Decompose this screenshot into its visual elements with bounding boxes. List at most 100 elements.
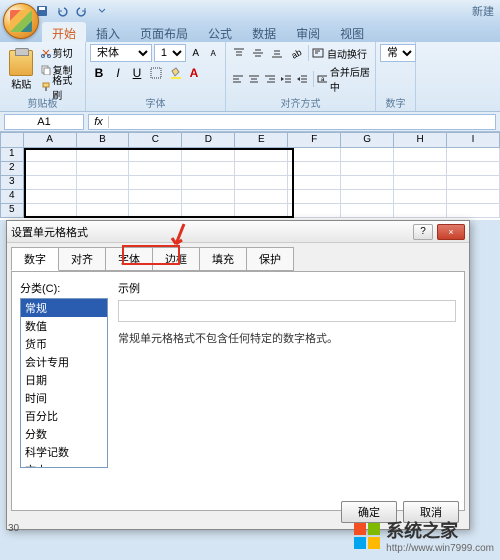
category-item[interactable]: 货币 bbox=[21, 335, 107, 353]
cell[interactable] bbox=[341, 148, 394, 162]
col-header[interactable]: H bbox=[394, 132, 447, 148]
category-item[interactable]: 科学记数 bbox=[21, 443, 107, 461]
cell[interactable] bbox=[182, 162, 235, 176]
cell[interactable] bbox=[77, 190, 130, 204]
tab-formulas[interactable]: 公式 bbox=[198, 22, 242, 42]
cell[interactable] bbox=[447, 190, 500, 204]
tab-layout[interactable]: 页面布局 bbox=[130, 22, 198, 42]
paste-button[interactable]: 粘贴 bbox=[4, 44, 39, 96]
col-header[interactable]: E bbox=[235, 132, 288, 148]
category-item[interactable]: 常规 bbox=[21, 299, 107, 317]
category-item[interactable]: 百分比 bbox=[21, 407, 107, 425]
cell[interactable] bbox=[394, 204, 447, 218]
cell[interactable] bbox=[24, 162, 77, 176]
increase-font-button[interactable]: A bbox=[188, 44, 204, 62]
cell[interactable] bbox=[235, 204, 288, 218]
cell[interactable] bbox=[129, 162, 182, 176]
dlg-tab-border[interactable]: 边框 bbox=[152, 247, 200, 271]
select-all-corner[interactable] bbox=[0, 132, 24, 148]
cell[interactable] bbox=[24, 148, 77, 162]
font-size-select[interactable]: 11 bbox=[154, 44, 186, 62]
align-top[interactable] bbox=[230, 44, 248, 62]
cell[interactable] bbox=[235, 162, 288, 176]
font-color-button[interactable]: A bbox=[185, 64, 203, 82]
row-header[interactable]: 2 bbox=[0, 162, 24, 176]
cell[interactable] bbox=[447, 204, 500, 218]
col-header[interactable]: G bbox=[341, 132, 394, 148]
cell[interactable] bbox=[24, 204, 77, 218]
cell[interactable] bbox=[447, 148, 500, 162]
cell[interactable] bbox=[341, 204, 394, 218]
dialog-help-button[interactable]: ? bbox=[413, 224, 433, 240]
cell[interactable] bbox=[129, 176, 182, 190]
category-item[interactable]: 会计专用 bbox=[21, 353, 107, 371]
category-item[interactable]: 日期 bbox=[21, 371, 107, 389]
bold-button[interactable]: B bbox=[90, 64, 108, 82]
cell[interactable] bbox=[129, 204, 182, 218]
cell[interactable] bbox=[394, 190, 447, 204]
cell[interactable] bbox=[288, 176, 341, 190]
cell[interactable] bbox=[24, 176, 77, 190]
spreadsheet-grid[interactable]: A B C D E F G H I 1 2 3 4 5 bbox=[0, 132, 500, 220]
fill-color-button[interactable] bbox=[166, 64, 184, 82]
col-header[interactable]: D bbox=[182, 132, 235, 148]
align-center[interactable] bbox=[246, 70, 261, 88]
orientation[interactable]: ab bbox=[287, 44, 305, 62]
tab-review[interactable]: 审阅 bbox=[286, 22, 330, 42]
indent-inc[interactable] bbox=[295, 70, 310, 88]
cell[interactable] bbox=[394, 148, 447, 162]
tab-insert[interactable]: 插入 bbox=[86, 22, 130, 42]
format-painter-button[interactable]: 格式刷 bbox=[41, 79, 81, 95]
name-box[interactable] bbox=[4, 114, 84, 130]
wrap-text-button[interactable]: 自动换行 bbox=[327, 46, 367, 61]
row-header[interactable]: 5 bbox=[0, 204, 24, 218]
category-item[interactable]: 分数 bbox=[21, 425, 107, 443]
merge-center-button[interactable]: 合并后居中 bbox=[330, 64, 371, 94]
tab-data[interactable]: 数据 bbox=[242, 22, 286, 42]
cell[interactable] bbox=[77, 148, 130, 162]
cell[interactable] bbox=[288, 190, 341, 204]
cell[interactable] bbox=[447, 162, 500, 176]
cell[interactable] bbox=[288, 204, 341, 218]
cell[interactable] bbox=[77, 204, 130, 218]
col-header[interactable]: B bbox=[77, 132, 130, 148]
cell[interactable] bbox=[341, 176, 394, 190]
cut-button[interactable]: 剪切 bbox=[41, 45, 81, 61]
cell[interactable] bbox=[288, 162, 341, 176]
row-header[interactable]: 1 bbox=[0, 148, 24, 162]
col-header[interactable]: F bbox=[288, 132, 341, 148]
qat-redo[interactable] bbox=[73, 3, 91, 19]
cell[interactable] bbox=[394, 162, 447, 176]
col-header[interactable]: C bbox=[129, 132, 182, 148]
cell[interactable] bbox=[182, 176, 235, 190]
fx-icon[interactable]: fx bbox=[89, 116, 109, 128]
qat-more[interactable] bbox=[93, 3, 111, 19]
border-button[interactable] bbox=[147, 64, 165, 82]
tab-view[interactable]: 视图 bbox=[330, 22, 374, 42]
indent-dec[interactable] bbox=[279, 70, 294, 88]
cell[interactable] bbox=[182, 204, 235, 218]
qat-undo[interactable] bbox=[53, 3, 71, 19]
cell[interactable] bbox=[129, 190, 182, 204]
dlg-tab-protect[interactable]: 保护 bbox=[246, 247, 294, 271]
cell[interactable] bbox=[394, 176, 447, 190]
cell[interactable] bbox=[182, 190, 235, 204]
cell[interactable] bbox=[129, 148, 182, 162]
cell[interactable] bbox=[182, 148, 235, 162]
align-middle[interactable] bbox=[249, 44, 267, 62]
italic-button[interactable]: I bbox=[109, 64, 127, 82]
align-bottom[interactable] bbox=[268, 44, 286, 62]
align-right[interactable] bbox=[262, 70, 277, 88]
underline-button[interactable]: U bbox=[128, 64, 146, 82]
cell[interactable] bbox=[341, 190, 394, 204]
category-item[interactable]: 时间 bbox=[21, 389, 107, 407]
cell[interactable] bbox=[447, 176, 500, 190]
dlg-tab-number[interactable]: 数字 bbox=[11, 247, 59, 271]
cell[interactable] bbox=[24, 190, 77, 204]
cell[interactable] bbox=[235, 190, 288, 204]
cell[interactable] bbox=[77, 176, 130, 190]
cell[interactable] bbox=[77, 162, 130, 176]
row-header[interactable]: 3 bbox=[0, 176, 24, 190]
row-header[interactable]: 4 bbox=[0, 190, 24, 204]
formula-input[interactable]: fx bbox=[88, 114, 496, 130]
